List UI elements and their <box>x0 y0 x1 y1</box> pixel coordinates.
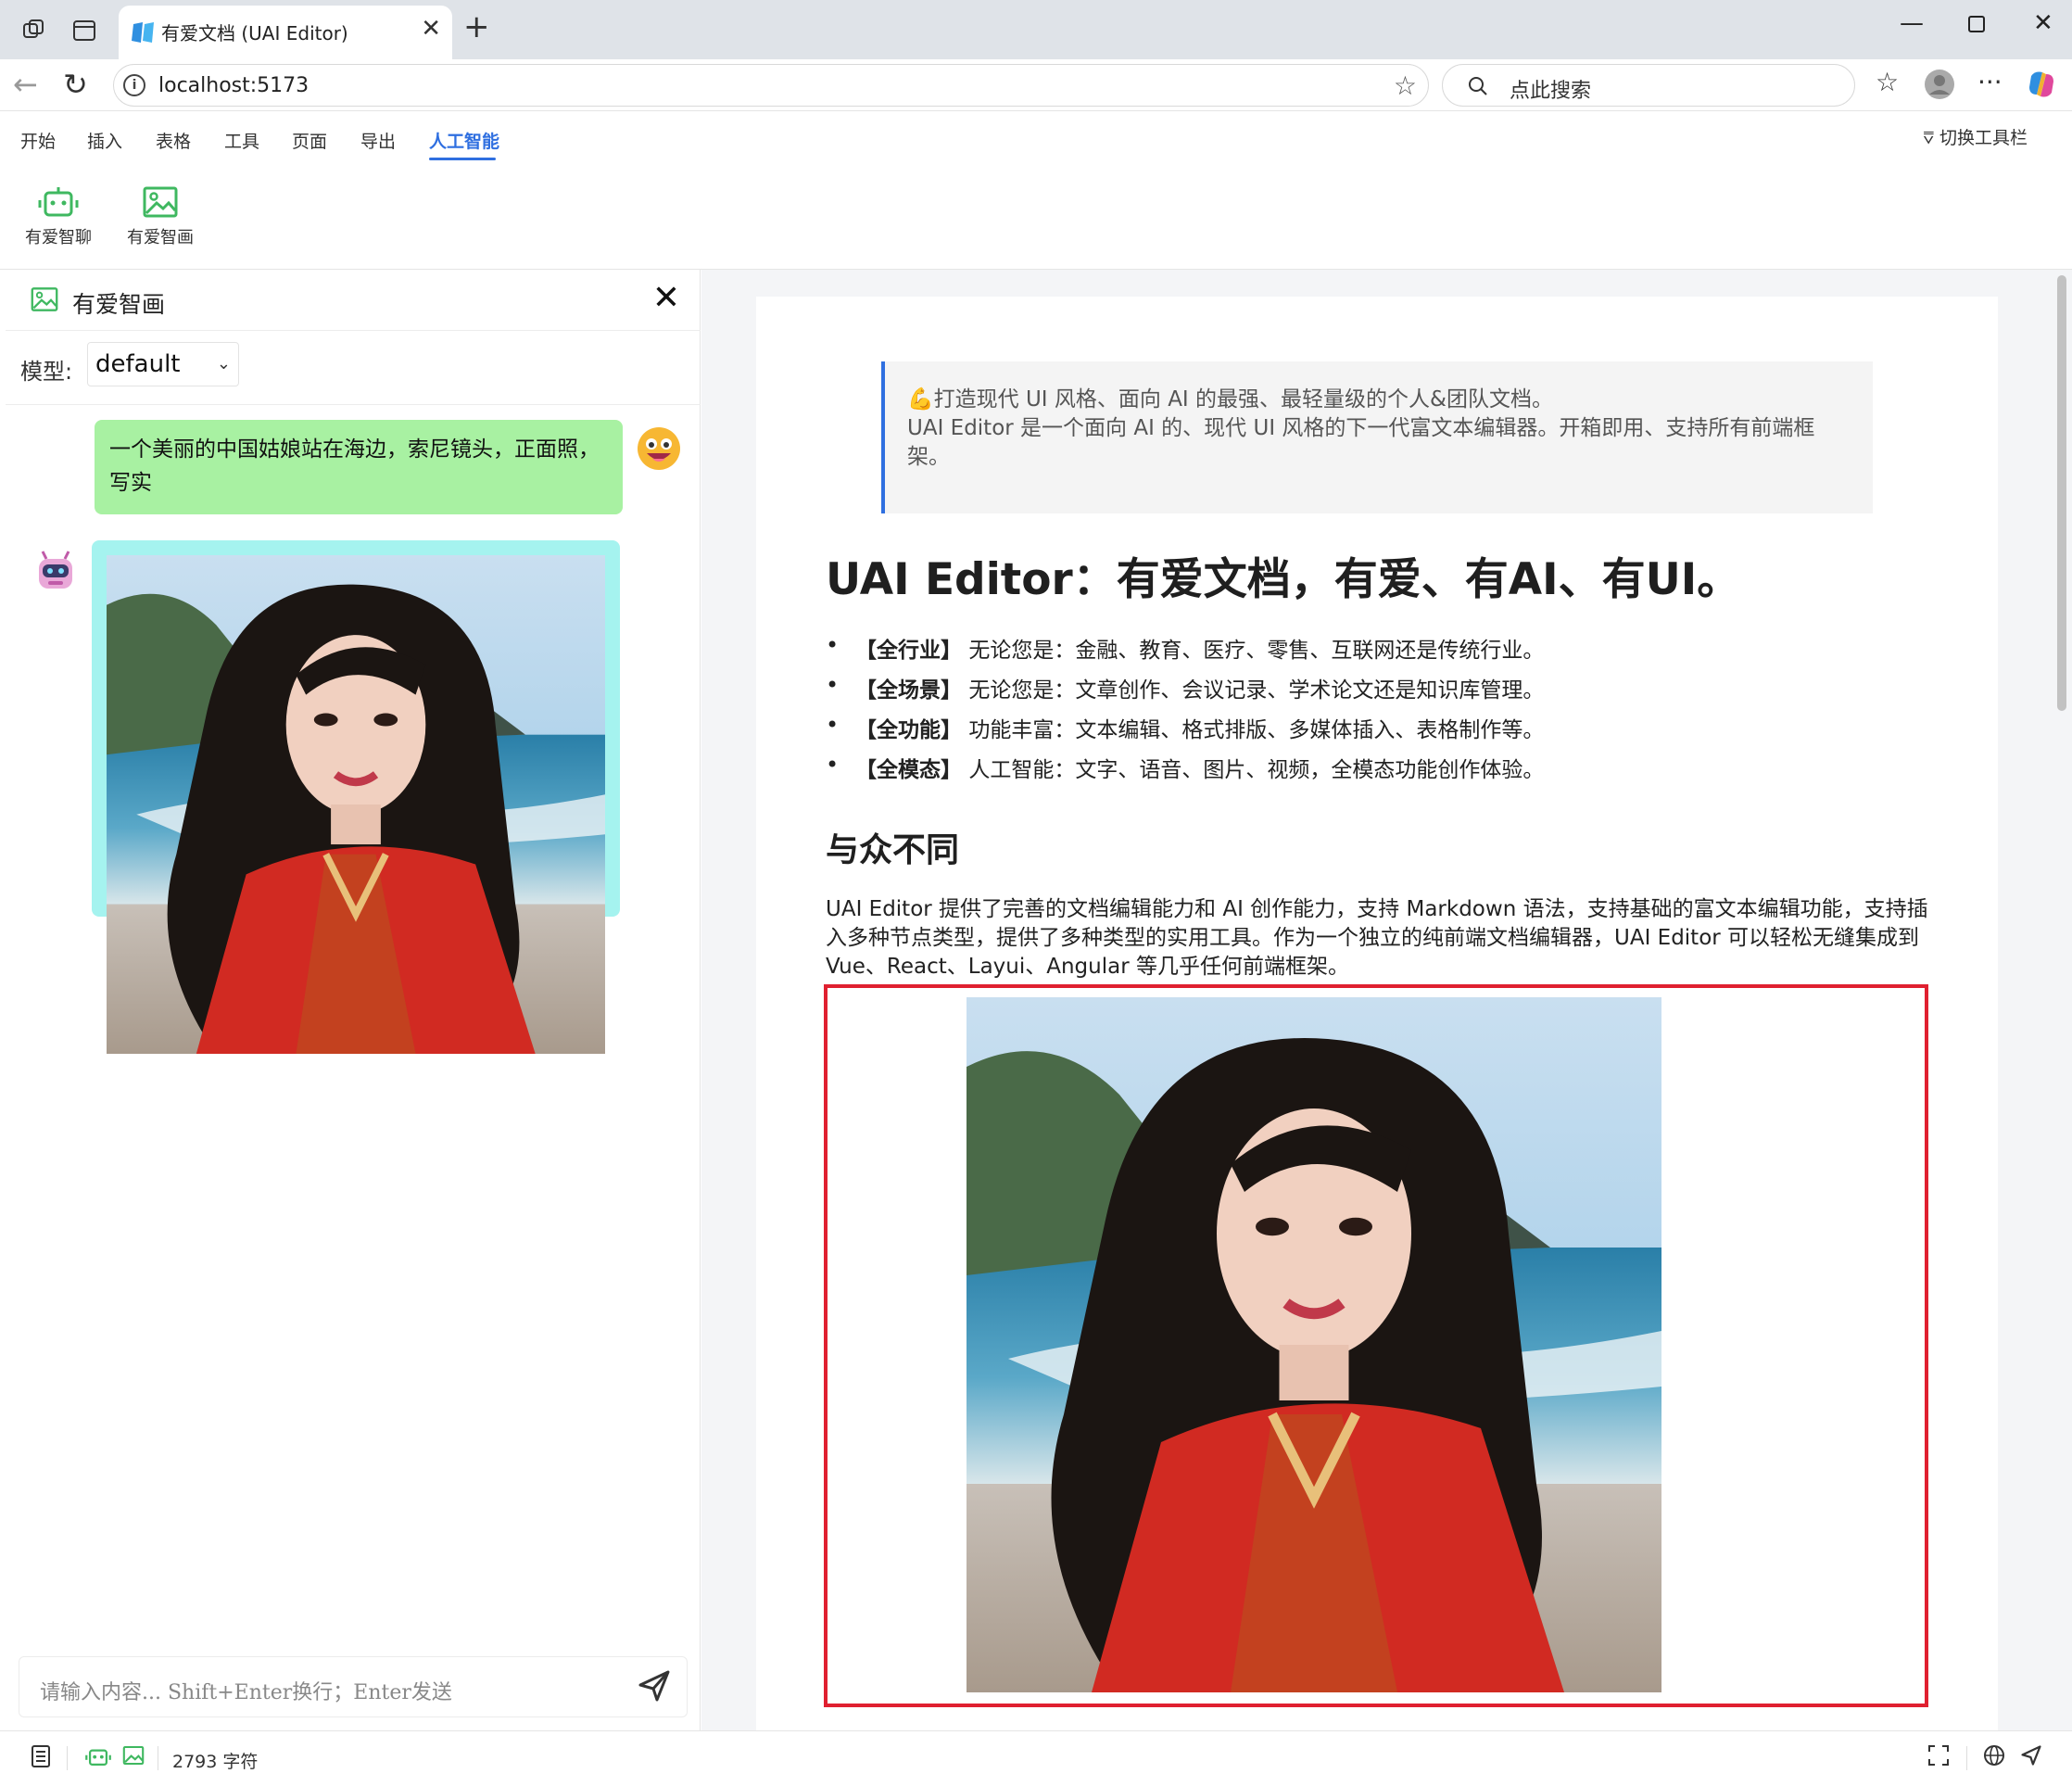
feature-text: 无论您是：金融、教育、医疗、零售、互联网还是传统行业。 <box>968 639 1545 663</box>
search-icon <box>1469 77 1487 95</box>
toggle-toolbar-button[interactable]: ⩢ 切换工具栏 <box>1923 124 2028 149</box>
tab-close-icon[interactable]: ✕ <box>421 15 441 43</box>
image-icon[interactable] <box>122 1744 145 1767</box>
quote-line-1: 💪打造现代 UI 风格、面向 AI 的最强、最轻量级的个人&团队文档。 <box>907 387 1553 412</box>
toggle-toolbar-icon: ⩢ <box>1923 128 1939 148</box>
divider <box>67 1746 68 1770</box>
search-input[interactable]: 点此搜索 <box>1442 64 1855 107</box>
minimize-icon[interactable]: — <box>1900 9 1924 37</box>
profile-avatar[interactable] <box>1924 69 1955 107</box>
model-label: 模型: <box>20 359 73 385</box>
more-menu-icon[interactable]: ··· <box>1977 67 2003 97</box>
robot-icon <box>38 187 79 217</box>
ai-chat-button[interactable]: 有爱智聊 <box>7 185 109 248</box>
outline-icon[interactable] <box>30 1744 52 1768</box>
tab-title: 有爱文档 (UAI Editor) <box>161 22 348 44</box>
address-bar[interactable]: i localhost:5173 ☆ <box>113 64 1429 107</box>
globe-icon[interactable] <box>1983 1744 2005 1767</box>
body-paragraph[interactable]: UAI Editor 提供了完善的文档编辑能力和 AI 创作能力，支持 Mark… <box>826 895 1938 982</box>
scrollbar-thumb[interactable] <box>2057 275 2066 711</box>
ai-image-label: 有爱智画 <box>127 228 194 247</box>
url-text: localhost:5173 <box>158 74 310 97</box>
ai-chat-label: 有爱智聊 <box>25 228 92 247</box>
fullscreen-icon[interactable] <box>1927 1744 1950 1767</box>
divider <box>1966 1746 1967 1770</box>
send-icon[interactable] <box>637 1668 672 1704</box>
browser-navbar: ← ↻ i localhost:5173 ☆ 点此搜索 ☆ ··· <box>0 59 2072 111</box>
feature-text: 人工智能：文字、语音、图片、视频，全模态功能创作体验。 <box>968 758 1545 782</box>
tab-insert[interactable]: 插入 <box>87 128 122 153</box>
feature-tag: 【全功能】 <box>855 718 962 742</box>
uai-logo-icon <box>132 22 154 43</box>
document-title[interactable]: UAI Editor：有爱文档，有爱、有AI、有UI。 <box>826 543 1740 607</box>
panel-title: 有爱智画 <box>72 291 166 318</box>
ai-image-panel: 有爱智画 ✕ 模型: default ⌄ 一个美丽的中国姑娘站在海边，索尼镜头，… <box>6 270 701 1730</box>
tab-actions-icon[interactable] <box>70 17 98 44</box>
list-item[interactable]: 【全功能】 功能丰富：文本编辑、格式排版、多媒体插入、表格制作等。 <box>826 712 1845 752</box>
ai-image-button[interactable]: 有爱智画 <box>109 185 211 248</box>
tab-start[interactable]: 开始 <box>20 128 56 153</box>
quote-line-2: UAI Editor 是一个面向 AI 的、现代 UI 风格的下一代富文本编辑器… <box>907 416 1815 469</box>
feature-list: 【全行业】 无论您是：金融、教育、医疗、零售、互联网还是传统行业。 【全场景】 … <box>826 632 1845 792</box>
favorite-star-icon[interactable]: ☆ <box>1394 70 1417 101</box>
blockquote[interactable]: 💪打造现代 UI 风格、面向 AI 的最强、最轻量级的个人&团队文档。 UAI … <box>881 361 1873 513</box>
reload-icon[interactable]: ↻ <box>63 67 88 102</box>
feature-tag: 【全模态】 <box>855 758 962 782</box>
workspaces-icon[interactable] <box>20 17 48 44</box>
feature-text: 功能丰富：文本编辑、格式排版、多媒体插入、表格制作等。 <box>968 718 1545 742</box>
document-image[interactable] <box>967 997 1661 1692</box>
tab-ai[interactable]: 人工智能 <box>429 128 499 153</box>
site-info-icon[interactable]: i <box>123 74 145 96</box>
document-page[interactable]: 💪打造现代 UI 风格、面向 AI 的最强、最轻量级的个人&团队文档。 UAI … <box>756 297 1998 1730</box>
model-row: 模型: default ⌄ <box>6 331 701 405</box>
send-icon[interactable] <box>2020 1744 2042 1767</box>
bot-message-bubble <box>92 540 620 917</box>
chat-input-placeholder: 请输入内容... Shift+Enter换行；Enter发送 <box>40 1681 452 1704</box>
maximize-icon[interactable] <box>1966 13 1987 41</box>
back-icon[interactable]: ← <box>13 67 38 102</box>
panel-image-icon <box>31 287 58 311</box>
favorites-icon[interactable]: ☆ <box>1876 67 1899 97</box>
feature-text: 无论您是：文章创作、会议记录、学术论文还是知识库管理。 <box>968 678 1545 703</box>
user-message-bubble: 一个美丽的中国姑娘站在海边，索尼镜头，正面照，写实 <box>95 420 623 514</box>
close-window-icon[interactable]: ✕ <box>2033 9 2053 37</box>
char-count: 2793 字符 <box>172 1752 259 1772</box>
list-item[interactable]: 【全场景】 无论您是：文章创作、会议记录、学术论文还是知识库管理。 <box>826 672 1845 712</box>
inserted-image-selected[interactable] <box>824 984 1928 1707</box>
browser-tab[interactable]: 有爱文档 (UAI Editor) ✕ <box>119 6 452 59</box>
status-bar: 2793 字符 <box>0 1730 2072 1786</box>
tab-tools[interactable]: 工具 <box>224 128 259 153</box>
list-item[interactable]: 【全模态】 人工智能：文字、语音、图片、视频，全模态功能创作体验。 <box>826 752 1845 792</box>
vertical-scrollbar[interactable] <box>2052 270 2072 1730</box>
feature-tag: 【全场景】 <box>855 678 962 703</box>
model-select[interactable]: default ⌄ <box>87 342 239 386</box>
tab-export[interactable]: 导出 <box>360 128 396 153</box>
panel-header: 有爱智画 ✕ <box>6 270 701 331</box>
model-value: default <box>95 350 181 378</box>
image-icon <box>143 186 178 218</box>
search-placeholder: 点此搜索 <box>1510 80 1592 103</box>
list-item[interactable]: 【全行业】 无论您是：金融、教育、医疗、零售、互联网还是传统行业。 <box>826 632 1845 672</box>
tab-page[interactable]: 页面 <box>292 128 327 153</box>
active-tab-indicator <box>429 158 496 160</box>
section-heading[interactable]: 与众不同 <box>826 823 959 871</box>
generated-image[interactable] <box>107 555 605 1054</box>
panel-close-icon[interactable]: ✕ <box>652 279 680 317</box>
user-avatar <box>638 427 680 470</box>
tab-table[interactable]: 表格 <box>156 128 191 153</box>
bot-avatar <box>39 551 72 589</box>
editor-menu-tabs: 开始 插入 表格 工具 页面 导出 人工智能 ⩢ 切换工具栏 <box>0 111 2072 167</box>
copilot-icon[interactable] <box>2026 69 2057 107</box>
new-tab-icon[interactable]: + <box>463 11 490 43</box>
toggle-toolbar-label: 切换工具栏 <box>1939 128 2028 148</box>
chevron-down-icon: ⌄ <box>216 354 231 374</box>
chat-input[interactable]: 请输入内容... Shift+Enter换行；Enter发送 <box>19 1656 688 1717</box>
browser-titlebar: 有爱文档 (UAI Editor) ✕ + — ✕ <box>0 0 2072 59</box>
feature-tag: 【全行业】 <box>855 639 962 663</box>
robot-icon[interactable] <box>85 1744 111 1768</box>
